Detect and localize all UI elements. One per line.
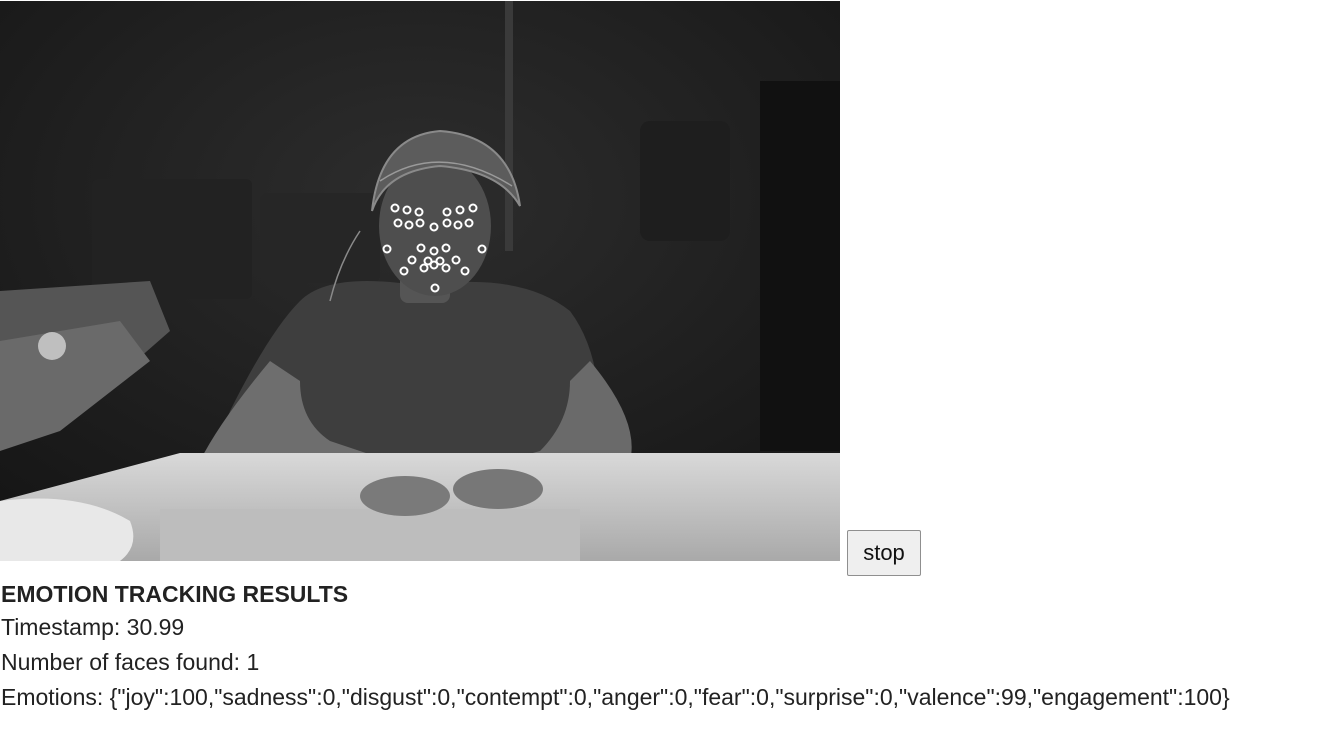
top-row: stop — [0, 0, 1344, 576]
results-heading: EMOTION TRACKING RESULTS — [1, 581, 349, 607]
stop-button[interactable]: stop — [847, 530, 921, 576]
emotions-label: Emotions: — [1, 684, 110, 710]
webcam-frame-illustration — [0, 1, 840, 561]
timestamp-label: Timestamp: — [1, 614, 127, 640]
timestamp-value: 30.99 — [126, 614, 185, 640]
emotions-line: Emotions: {"joy":100,"sadness":0,"disgus… — [1, 680, 1341, 715]
faces-count-label: Number of faces found: — [1, 649, 247, 675]
emotion-results-panel: EMOTION TRACKING RESULTS Timestamp: 30.9… — [1, 578, 1341, 715]
faces-count-value: 1 — [246, 649, 260, 675]
faces-count-line: Number of faces found: 1 — [1, 645, 1341, 680]
timestamp-line: Timestamp: 30.99 — [1, 610, 1341, 645]
webcam-video-feed — [0, 1, 840, 561]
emotions-value: {"joy":100,"sadness":0,"disgust":0,"cont… — [109, 684, 1230, 710]
